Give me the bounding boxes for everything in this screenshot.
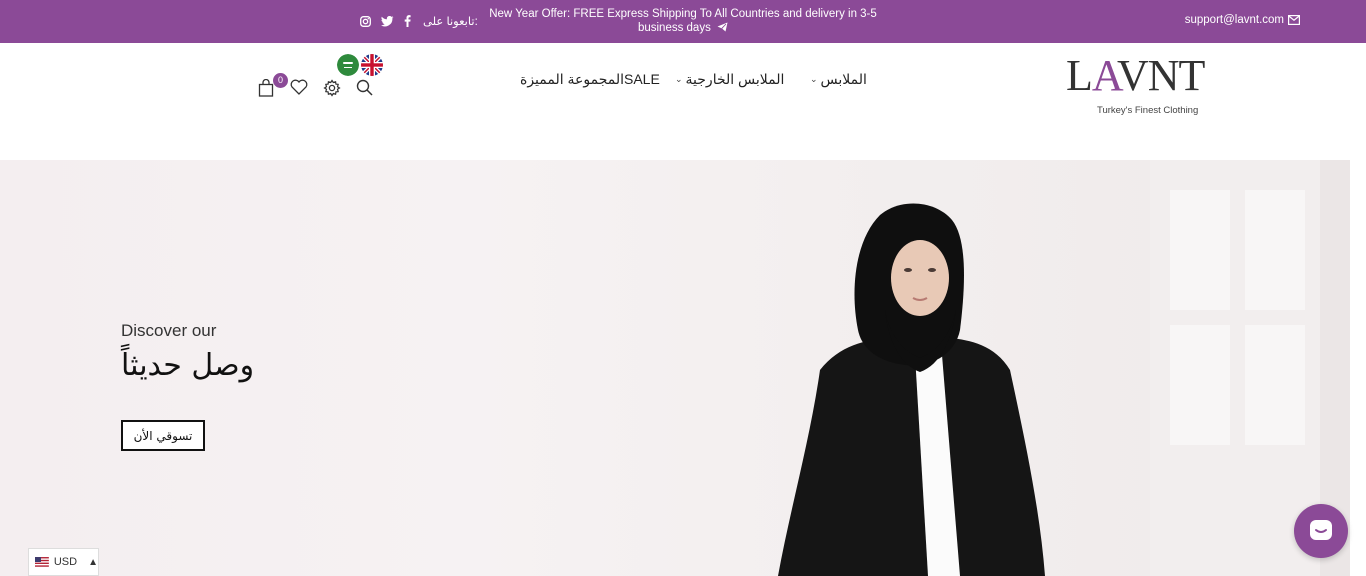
logo-wordmark: LAVNT xyxy=(1066,51,1205,100)
hero-subtitle: Discover our xyxy=(121,321,217,340)
gear-icon[interactable] xyxy=(323,79,341,97)
facebook-icon[interactable] xyxy=(404,15,411,27)
support-email-link[interactable]: support@lavnt.com xyxy=(1185,14,1300,26)
site-header: LAVNT Turkey's Finest Clothing ⌄ الملابس… xyxy=(0,43,1366,160)
shop-now-button[interactable]: تسوقي الأن xyxy=(121,420,205,451)
nav-item-featured-sale[interactable]: المجموعة المميزةSALE xyxy=(520,71,660,88)
social-links: تابعونا على: xyxy=(360,14,478,28)
chevron-down-icon: ⌄ xyxy=(810,74,818,84)
us-flag-icon xyxy=(35,557,49,567)
heart-icon[interactable] xyxy=(290,79,308,95)
follow-us-label: تابعونا على: xyxy=(423,16,478,28)
announcement-bar: support@lavnt.com New Year Offer: FREE E… xyxy=(0,0,1366,43)
chevron-down-icon: ⌄ xyxy=(675,74,683,84)
model-image xyxy=(778,203,1045,576)
site-logo[interactable]: LAVNT Turkey's Finest Clothing xyxy=(1064,51,1214,117)
saudi-flag-icon[interactable] xyxy=(337,54,359,76)
nav-label: الملابس الخارجية xyxy=(685,71,785,87)
chat-launcher-button[interactable] xyxy=(1294,504,1348,558)
search-icon[interactable] xyxy=(356,79,373,96)
currency-code: USD xyxy=(53,556,78,568)
currency-selector[interactable]: USD ▲ xyxy=(28,548,99,576)
uk-flag-icon[interactable] xyxy=(361,54,383,76)
hero-title: وصل حديثاً xyxy=(121,348,255,383)
hero-banner: Discover our وصل حديثاً تسوقي الأن xyxy=(0,160,1350,576)
chevron-up-icon: ▲ xyxy=(88,556,98,568)
offer-text: New Year Offer: FREE Express Shipping To… xyxy=(489,8,877,34)
nav-item-clothing[interactable]: ⌄ الملابس xyxy=(810,71,867,88)
offer-message: New Year Offer: FREE Express Shipping To… xyxy=(478,7,888,36)
chat-icon xyxy=(1308,518,1334,544)
logo-tagline: Turkey's Finest Clothing xyxy=(1097,105,1199,116)
nav-label: الملابس xyxy=(820,71,867,87)
bag-icon[interactable]: 0 xyxy=(258,73,288,97)
nav-label: المجموعة المميزةSALE xyxy=(520,71,660,87)
nav-item-outerwear[interactable]: ⌄ الملابس الخارجية xyxy=(675,71,784,88)
cart-count-badge: 0 xyxy=(273,73,288,88)
twitter-icon[interactable] xyxy=(381,15,394,27)
instagram-icon[interactable] xyxy=(360,15,371,27)
envelope-icon xyxy=(1288,15,1300,25)
telegram-icon xyxy=(717,22,728,36)
language-switcher xyxy=(337,54,383,76)
email-text: support@lavnt.com xyxy=(1184,14,1284,26)
